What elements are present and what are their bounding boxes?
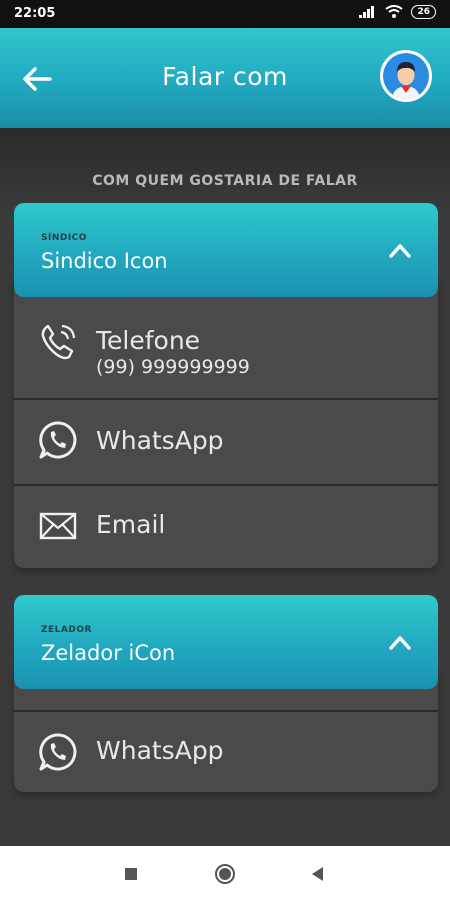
battery-indicator: 26: [411, 5, 436, 19]
status-time: 22:05: [14, 6, 56, 21]
option-whatsapp[interactable]: WhatsApp: [14, 710, 438, 794]
chevron-up-icon[interactable]: [388, 241, 412, 259]
contact-role: SÍNDICO: [41, 233, 87, 243]
contact-name: Zelador iCon: [41, 641, 176, 665]
option-label: Email: [96, 510, 166, 539]
signal-icon: [359, 6, 375, 18]
phone-icon: [41, 324, 76, 360]
status-icons: 26: [359, 5, 436, 19]
wifi-icon: [385, 5, 404, 18]
app-header: Falar com: [0, 28, 450, 128]
user-avatar-icon: [383, 53, 429, 99]
option-label: Telefone: [96, 326, 201, 355]
chevron-up-icon[interactable]: [388, 633, 412, 651]
back-nav-icon[interactable]: [310, 866, 324, 882]
section-heading: COM QUEM GOSTARIA DE FALAR: [92, 173, 358, 189]
sindico-card-header[interactable]: SÍNDICO Sindico Icon: [14, 203, 438, 297]
option-email[interactable]: Email: [14, 486, 438, 568]
phone-number: (99) 999999999: [96, 356, 250, 378]
status-bar: 22:05 26: [0, 0, 450, 28]
contact-role: ZELADOR: [41, 625, 92, 635]
zelador-card-header[interactable]: ZELADOR Zelador iCon: [14, 595, 438, 689]
option-telefone[interactable]: Telefone (99) 999999999: [14, 294, 438, 400]
whatsapp-icon: [39, 421, 77, 459]
recents-icon[interactable]: [124, 867, 138, 881]
option-label: WhatsApp: [96, 426, 224, 455]
contact-name: Sindico Icon: [41, 249, 168, 273]
envelope-icon: [39, 512, 77, 540]
whatsapp-icon: [39, 733, 77, 771]
option-whatsapp[interactable]: WhatsApp: [14, 400, 438, 486]
sindico-options: Telefone (99) 999999999 WhatsApp Email: [14, 278, 438, 568]
system-nav-bar: [0, 846, 450, 900]
option-label: WhatsApp: [96, 736, 224, 765]
home-icon[interactable]: [214, 863, 236, 885]
contacts-content: COM QUEM GOSTARIA DE FALAR Telefone (99)…: [0, 128, 450, 846]
avatar[interactable]: [380, 50, 432, 102]
